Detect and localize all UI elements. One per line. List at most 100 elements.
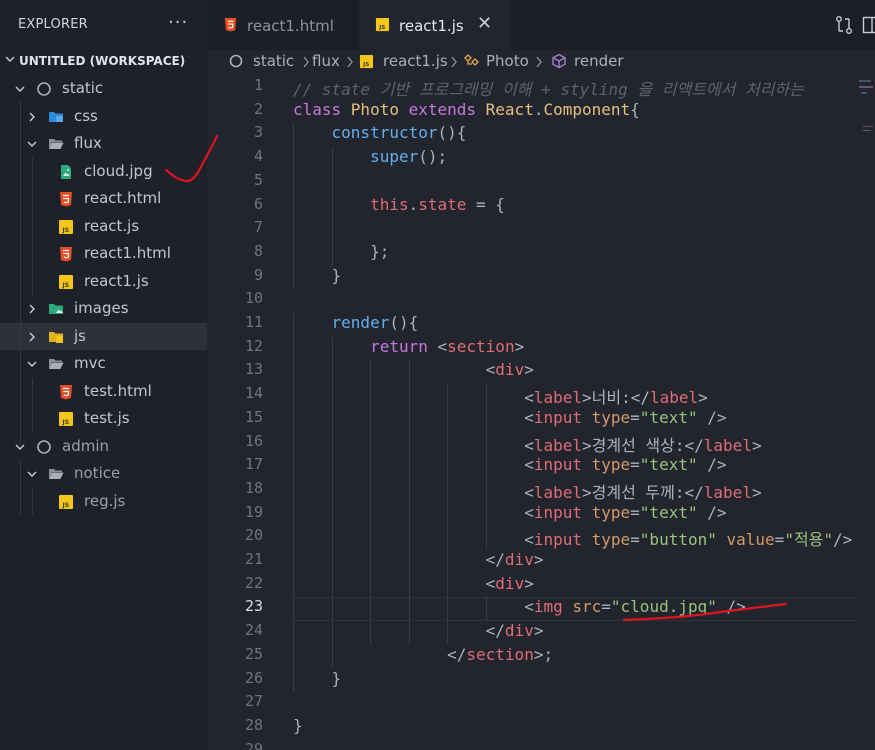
breadcrumb-class[interactable]: Photo [486, 52, 529, 70]
tree-item-label: react.js [84, 216, 140, 235]
line-number: 2 [253, 99, 263, 118]
chevron-right-icon [29, 304, 35, 314]
line-number: 21 [244, 550, 263, 568]
code-line[interactable]: } [293, 669, 342, 688]
code-token: /> [716, 597, 746, 617]
code-token: </ [293, 621, 505, 641]
code-token: < [293, 482, 534, 502]
line-number: 10 [244, 289, 263, 308]
code-token: "text" [639, 455, 698, 475]
indent-guide [32, 158, 33, 295]
tab-label: react1.html [247, 17, 334, 35]
code-line[interactable]: <label>너비:</label> [293, 384, 708, 408]
explorer-header: EXPLORER ··· [0, 0, 207, 50]
code-line[interactable]: return <section> [293, 337, 524, 356]
code-token: 경계선 색상: [591, 435, 685, 455]
code-token: // state 기반 프로그래밍 이해 + styling 을 리액트에서 처… [293, 80, 804, 99]
code-line[interactable]: <img src="cloud.jpg" /> [293, 597, 746, 616]
code-token: = [774, 530, 785, 550]
line-number: 27 [244, 692, 263, 711]
tree-item-css[interactable]: css [0, 103, 207, 130]
code-line[interactable]: }; [293, 242, 389, 261]
code-line[interactable]: <input type="text" /> [293, 455, 726, 475]
js-icon: JS [59, 412, 73, 426]
code-line[interactable]: <label>경계선 색상:</label> [293, 432, 762, 456]
folder-open-icon [49, 359, 64, 369]
code-token: > [751, 435, 762, 455]
code-token: < [293, 502, 534, 522]
breadcrumb-method[interactable]: render [574, 52, 624, 70]
code-token: div [504, 550, 534, 569]
code-token: } [293, 715, 303, 735]
workspace-label: UNTITLED (WORKSPACE) [19, 54, 186, 68]
minimap[interactable] [857, 74, 875, 750]
more-actions-icon[interactable]: ··· [168, 12, 188, 33]
breadcrumb-static[interactable]: static [253, 52, 294, 70]
code-token: /> [697, 502, 727, 522]
breadcrumb-file[interactable]: react1.js [383, 52, 448, 70]
code-token: label [649, 388, 699, 408]
code-token: extends [408, 99, 486, 119]
indent-guide [447, 384, 449, 645]
line-number: 3 [253, 123, 263, 142]
tab-label: react1.js [399, 17, 464, 35]
code-token: (); [418, 147, 448, 167]
close-icon[interactable]: ✕ [477, 13, 492, 34]
code-token: input [533, 502, 592, 522]
breadcrumb-flux[interactable]: flux [312, 52, 340, 70]
code-line[interactable]: <div> [293, 360, 534, 379]
code-token: > [524, 573, 534, 593]
code-token: "적용" [784, 530, 834, 550]
code-token: value [726, 530, 775, 550]
workspace-header[interactable]: UNTITLED (WORKSPACE) [0, 49, 207, 74]
tab-react1-html[interactable]: react1.html [207, 0, 359, 50]
tab-react1-js[interactable]: JS react1.js ✕ [359, 0, 511, 50]
code-line[interactable]: <input type="text" /> [293, 502, 727, 522]
code-token: render [331, 313, 390, 332]
code-line[interactable]: this.state = { [293, 195, 505, 214]
line-number: 15 [244, 407, 263, 426]
chevron-right-icon [303, 56, 309, 68]
compare-changes-icon[interactable] [834, 15, 854, 35]
line-number: 28 [244, 715, 263, 734]
code-token: < [293, 597, 534, 617]
svg-text:JS: JS [62, 227, 70, 234]
code-line[interactable]: <input type="text" /> [293, 408, 726, 427]
split-editor-icon[interactable] [862, 15, 875, 35]
tree-item-mvc[interactable]: mvc [0, 350, 207, 377]
code-token: section [466, 644, 534, 664]
code-token: "cloud.jpg" [610, 597, 717, 617]
code-token: (){ [389, 313, 419, 332]
code-line[interactable]: render(){ [293, 313, 419, 332]
code-token: > [582, 435, 592, 455]
tree-item-static[interactable]: static [0, 75, 207, 102]
code-line[interactable]: constructor(){ [293, 123, 467, 142]
code-token: 경계선 두께: [591, 482, 685, 502]
code-line[interactable]: // state 기반 프로그래밍 이해 + styling 을 리액트에서 처… [293, 76, 804, 100]
line-number: 26 [244, 668, 263, 687]
tree-item-flux[interactable]: flux [0, 130, 207, 157]
code-line[interactable]: class Photo extends React.Component{ [293, 100, 640, 119]
code-line[interactable]: } [293, 716, 303, 735]
tree-item-label: react1.html [84, 244, 171, 262]
code-token: React [485, 99, 534, 119]
tree-item-admin[interactable]: admin [0, 433, 207, 460]
tree-item-notice[interactable]: notice [0, 460, 207, 487]
code-token: = [601, 597, 611, 617]
chevron-right-icon [451, 56, 457, 68]
code-token: return [370, 336, 438, 356]
code-line[interactable]: super(); [293, 147, 447, 166]
code-token: "text" [639, 502, 698, 522]
code-line[interactable]: } [293, 266, 342, 285]
breadcrumb: static flux JS react1.js Photo render [207, 50, 875, 74]
code-token: > [698, 388, 708, 408]
indent-guide [293, 123, 294, 290]
tree-item-images[interactable]: images [0, 295, 207, 322]
line-number: 6 [253, 194, 263, 213]
code-editor[interactable]: 1 2 3 4 5 6 7 8 9 10 11 12 13 14 15 16 17 18 19 20 21 22 23 24 2… [207, 74, 875, 750]
code-line[interactable]: <label>경계선 두께:</label> [293, 479, 761, 503]
tree-item-js[interactable]: js [0, 322, 207, 350]
code-line[interactable]: <div> [293, 574, 534, 593]
code-line[interactable]: <input type="button" value="적용"/> [293, 526, 852, 550]
